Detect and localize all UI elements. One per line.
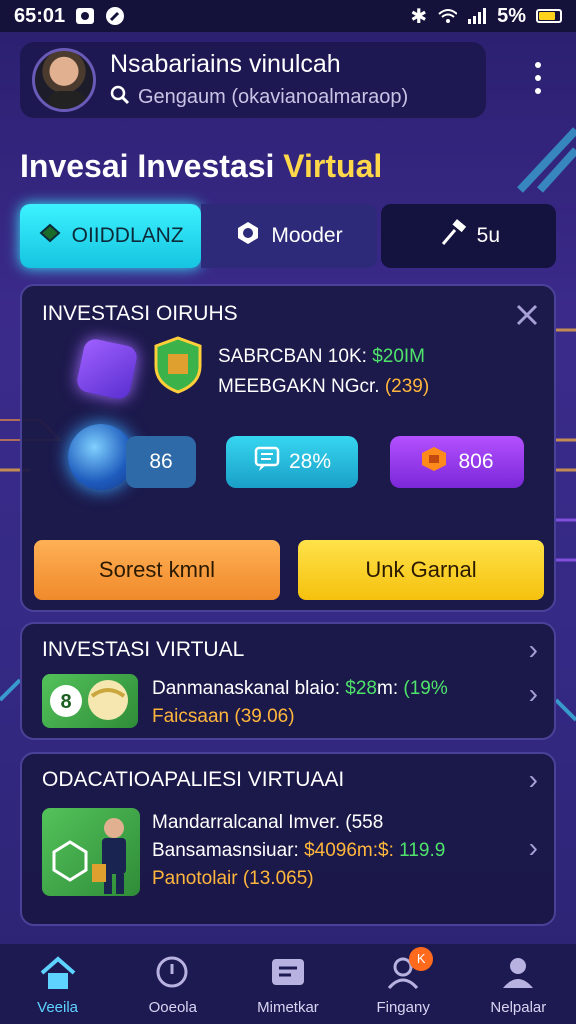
card-1-thumbnail: 8 [42, 674, 138, 728]
card-1-line-1-pct: (19% [403, 678, 448, 699]
card-1-line-1-label: Danmanaskanal blaio: [152, 678, 341, 699]
more-options-icon[interactable] [528, 58, 548, 98]
nav-label: Fingany [376, 998, 430, 1016]
home-icon [38, 953, 78, 993]
nav-label: Veeila [37, 998, 79, 1016]
signal-icon [467, 7, 487, 25]
sorest-button-label: Sorest kmnl [98, 557, 216, 582]
investasi-virtual-card[interactable]: INVESTASI VIRTUAL › › 8 Danmanaskanal bl… [20, 622, 556, 740]
sorest-button[interactable]: Sorest kmnl [34, 540, 280, 600]
stat-chip-2[interactable]: 28% [226, 436, 358, 488]
notification-icon [75, 7, 95, 25]
search-icon [153, 953, 193, 993]
battery-icon [536, 9, 562, 23]
notification-badge: K [409, 946, 434, 971]
avatar[interactable] [32, 48, 96, 112]
bluetooth-icon: ✱ [410, 5, 428, 28]
message-icon [253, 445, 281, 479]
user-name: Nsabariains vinulcah [110, 49, 341, 78]
chevron-right-icon[interactable]: › [529, 832, 538, 864]
purple-badge-icon [74, 336, 140, 402]
chip-value: 28% [288, 450, 332, 473]
chevron-right-icon[interactable]: › [529, 764, 538, 796]
chevron-right-icon[interactable]: › [529, 678, 538, 710]
stat-1-label: SABRCBAN 10K: [218, 346, 367, 367]
nav-label: Ooeola [148, 998, 197, 1016]
nav-home[interactable]: Veeila [8, 953, 108, 1016]
chevron-right-icon[interactable]: › [529, 634, 538, 666]
battery-percent: 5% [497, 4, 526, 27]
status-bar: 65:01 ✱ 5% [0, 0, 576, 32]
close-icon[interactable] [512, 300, 542, 330]
search-placeholder: Gengaum (okavianoalmaraop) [138, 86, 409, 108]
stat-2-value: (239) [384, 376, 430, 397]
shield-icon [154, 336, 202, 394]
tab-5u[interactable]: 5u [380, 204, 556, 268]
profile-header[interactable]: Nsabariains vinulcah Gengaum (okavianoal… [20, 42, 486, 118]
invest-panel-title: INVESTASI OIRUHS [42, 302, 238, 325]
nav-messages[interactable]: Mimetkar [238, 953, 338, 1016]
card-2-line-2-pct: 119.9 [399, 840, 446, 861]
search-field[interactable]: Gengaum (okavianoalmaraop) [110, 85, 408, 111]
status-time: 65:01 [14, 4, 66, 27]
stat-2-label: MEEBGAKN NGcr. [218, 376, 380, 397]
cube-icon [38, 221, 62, 251]
tab-label: 5u [476, 224, 500, 247]
invest-panel: INVESTASI OIRUHS SABRCBAN 10K: $20IM MEE… [20, 284, 556, 612]
card-2-line-2-mid: m:$: [356, 840, 394, 861]
tab-label: Mooder [271, 224, 343, 247]
gem-box-icon [420, 445, 448, 479]
stat-1-value: $20IM [372, 346, 425, 367]
card-1-line-1-value: $28 [345, 678, 377, 699]
odacatio-card[interactable]: ODACATIOAPALIESI VIRTUAAI › › Mandarralc… [20, 752, 556, 926]
chat-icon [268, 953, 308, 993]
nav-label: Mimetkar [257, 998, 319, 1016]
card-1-line-1: Danmanaskanal blaio: $28m: (19% [152, 678, 448, 700]
stat-chip-1[interactable]: 86 [126, 436, 196, 488]
card-1-line-1-mid: m: [377, 678, 399, 699]
globe-icon [68, 424, 134, 490]
tab-label: OIIDDLANZ [71, 224, 184, 247]
card-2-line-2-value: $4096 [304, 840, 357, 861]
unk-garnal-button-label: Unk Garnal [365, 557, 477, 582]
card-2-line-3: Panotolair (13.065) [152, 868, 314, 889]
tab-bar: OIIDDLANZ Mooder 5u [20, 204, 556, 268]
user-icon [498, 953, 538, 993]
bottom-nav: Veeila Ooeola Mimetkar K Fingany Nelpala… [0, 944, 576, 1024]
card-1-title: INVESTASI VIRTUAL [42, 638, 245, 661]
wifi-icon [437, 7, 458, 25]
card-2-line-2-label: Bansamasnsiuar: [152, 840, 299, 861]
card-1-line-2: Faicsaan (39.06) [152, 706, 295, 727]
search-icon [110, 85, 130, 111]
card-2-line-1: Mandarralcanal Imver. (558 [152, 812, 384, 833]
invest-stats: SABRCBAN 10K: $20IM MEEBGAKN NGcr. (239) [218, 342, 429, 402]
chip-value: 806 [458, 450, 494, 473]
hammer-icon [437, 218, 467, 254]
card-2-title: ODACATIOAPALIESI VIRTUAAI [42, 768, 345, 791]
page-title-accent: Virtual [283, 148, 383, 184]
nav-user[interactable]: Nelpalar [468, 953, 568, 1016]
nav-search[interactable]: Ooeola [123, 953, 223, 1016]
card-2-line-2: Bansamasnsiuar: $4096m:$: 119.9 [152, 840, 445, 862]
hex-logo-icon [235, 220, 261, 252]
nav-profile[interactable]: K Fingany [353, 946, 453, 1016]
compass-icon [105, 7, 125, 25]
unk-garnal-button[interactable]: Unk Garnal [298, 540, 544, 600]
card-1-badge: 8 [60, 691, 71, 713]
tab-mooder[interactable]: Mooder [201, 204, 377, 268]
card-2-thumbnail [42, 808, 140, 896]
page-title-main: Invesai Investasi [20, 148, 275, 184]
tab-oiiddlanz[interactable]: OIIDDLANZ [20, 204, 202, 268]
chip-value: 86 [149, 450, 173, 473]
page-title: Invesai Investasi Virtual [20, 148, 382, 185]
nav-label: Nelpalar [490, 998, 547, 1016]
stat-chip-3[interactable]: 806 [390, 436, 524, 488]
